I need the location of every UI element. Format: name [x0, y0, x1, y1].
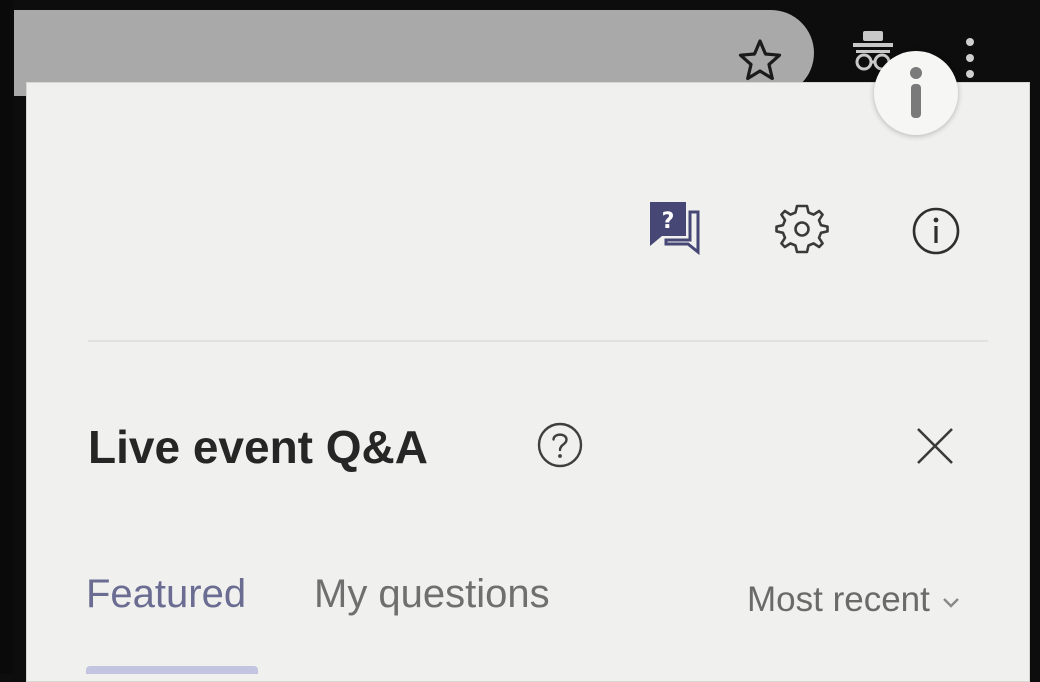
info-bubble-button[interactable] — [874, 51, 958, 135]
three-dots-vertical-icon[interactable] — [957, 34, 983, 84]
sort-dropdown-label: Most recent — [747, 580, 930, 619]
question-circle-icon[interactable] — [535, 420, 585, 470]
qa-chat-icon[interactable]: ? — [644, 200, 702, 256]
tab-featured[interactable]: Featured — [86, 566, 246, 622]
info-circle-icon[interactable] — [910, 205, 962, 257]
info-icon — [910, 67, 922, 118]
tab-my-questions[interactable]: My questions — [314, 566, 550, 622]
sort-dropdown[interactable]: Most recent — [747, 574, 962, 626]
panel-divider — [88, 340, 988, 342]
selected-tab-indicator — [86, 666, 258, 674]
gear-icon[interactable] — [774, 200, 830, 256]
panel-title: Live event Q&A — [88, 421, 428, 473]
browser-edge — [0, 0, 14, 674]
star-outline-icon[interactable] — [734, 36, 786, 84]
chevron-down-icon — [943, 598, 959, 608]
svg-text:?: ? — [662, 209, 675, 234]
close-icon[interactable] — [914, 425, 956, 467]
